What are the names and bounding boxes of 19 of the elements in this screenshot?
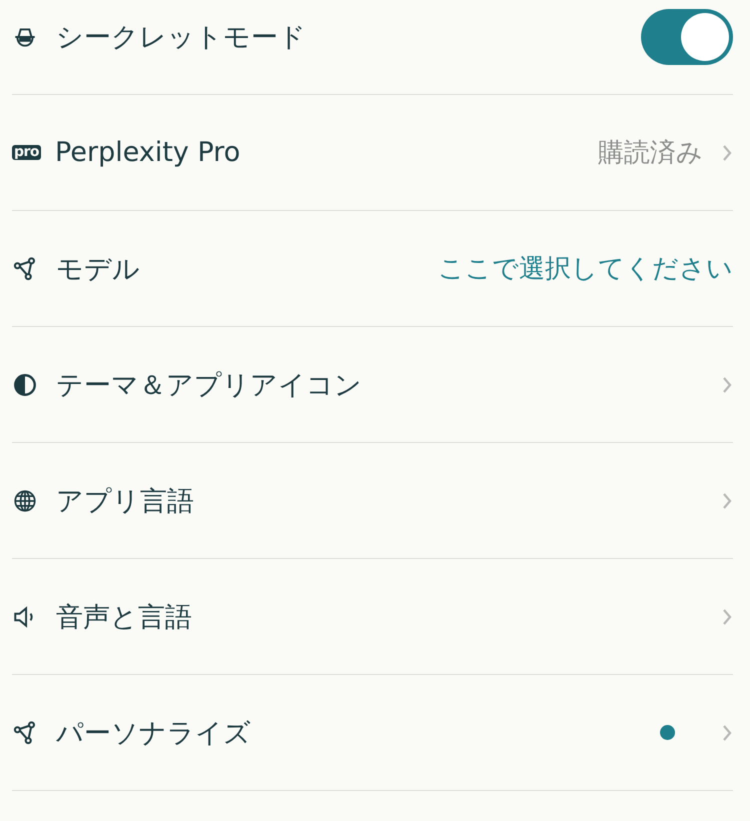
setting-value: 購読済み: [598, 137, 703, 170]
network-icon: [12, 256, 38, 282]
setting-label: モデル: [56, 252, 140, 286]
contrast-icon: [12, 372, 38, 398]
network-icon: [12, 720, 38, 746]
setting-label: パーソナライズ: [56, 716, 251, 750]
setting-label: 音声と言語: [56, 600, 192, 634]
setting-label: テーマ＆アプリアイコン: [56, 368, 362, 402]
chevron-icon: [721, 606, 733, 626]
pro-icon: pro: [12, 145, 42, 160]
setting-label: Perplexity Pro: [55, 137, 240, 168]
setting-label: シークレットモード: [56, 20, 306, 54]
model-link[interactable]: ここで選択してください: [438, 251, 733, 286]
chevron-icon: [721, 722, 733, 742]
chevron-icon: [721, 374, 733, 394]
globe-icon: [12, 488, 38, 514]
chevron-icon: [721, 142, 733, 162]
setting-label: アプリ言語: [56, 484, 194, 518]
chevron-icon: [721, 490, 733, 510]
